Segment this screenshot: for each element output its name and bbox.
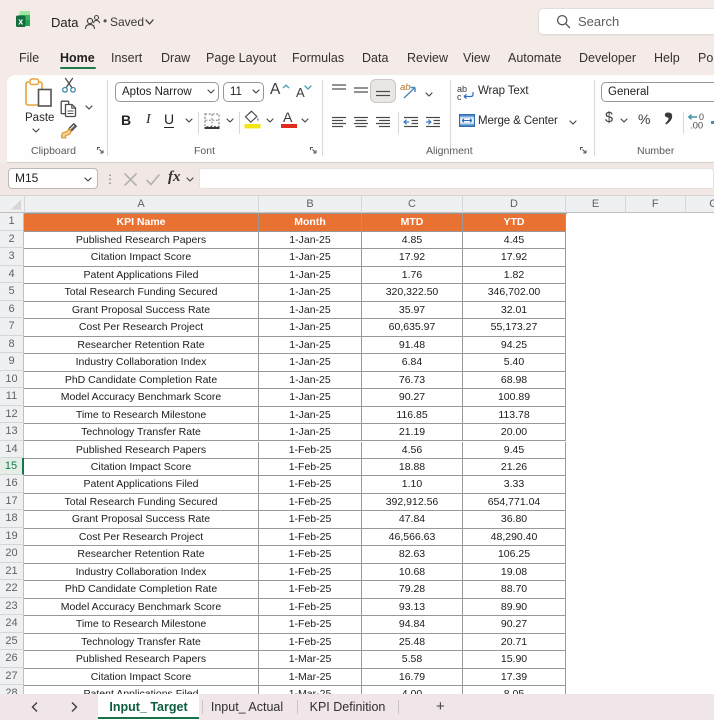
svg-text:0: 0 xyxy=(699,112,704,122)
svg-text:c: c xyxy=(457,92,462,101)
svg-text:x: x xyxy=(18,17,23,27)
svg-text:ab: ab xyxy=(400,82,411,93)
